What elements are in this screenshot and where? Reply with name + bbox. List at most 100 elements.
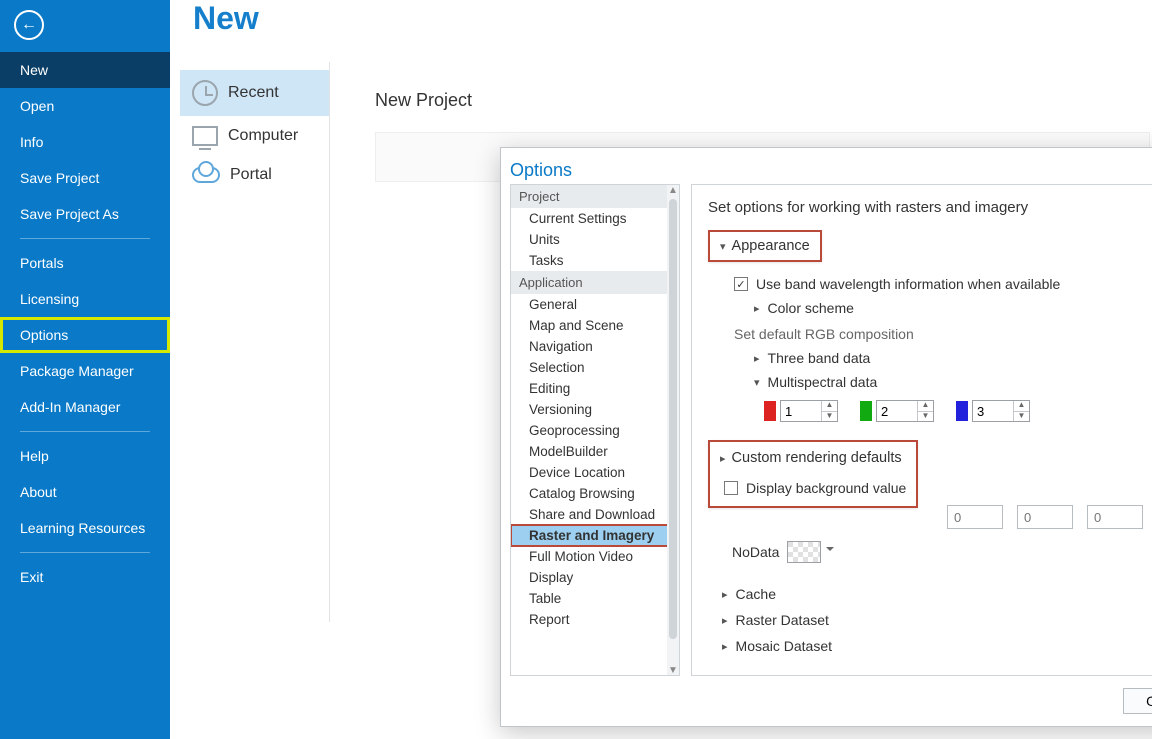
spin-down-icon[interactable]: ▼	[821, 412, 837, 422]
bg-value-1[interactable]	[947, 505, 1003, 529]
sidebar-item-licensing[interactable]: Licensing	[0, 281, 170, 317]
tree-item-modelbuilder[interactable]: ModelBuilder	[511, 441, 679, 462]
tree-item-general[interactable]: General	[511, 294, 679, 315]
computer-icon	[192, 126, 218, 146]
band-red-input[interactable]	[781, 401, 821, 421]
band-green-input[interactable]	[877, 401, 917, 421]
dialog-button-row: OK Cancel	[1123, 688, 1152, 714]
nodata-color-picker[interactable]	[787, 541, 821, 563]
color-scheme-row[interactable]: ▸ Color scheme	[754, 300, 1152, 316]
spin-down-icon[interactable]: ▼	[1013, 412, 1029, 422]
custom-rendering-section[interactable]: ▸ Custom rendering defaults	[720, 448, 902, 468]
appearance-highlight: ▾ Appearance	[708, 230, 822, 262]
three-band-row[interactable]: ▸ Three band data	[754, 350, 1152, 366]
options-tree: Project Current Settings Units Tasks App…	[510, 184, 680, 676]
sidebar-item-about[interactable]: About	[0, 474, 170, 510]
tree-scrollbar[interactable]: ▲ ▼	[667, 185, 679, 675]
sidebar-item-exit[interactable]: Exit	[0, 559, 170, 595]
tree-item-geoprocessing[interactable]: Geoprocessing	[511, 420, 679, 441]
new-project-heading: New Project	[375, 90, 472, 111]
appearance-label: Appearance	[732, 238, 810, 254]
location-computer[interactable]: Computer	[180, 116, 329, 156]
location-portal[interactable]: Portal	[180, 156, 329, 194]
use-band-row: ✓ Use band wavelength information when a…	[734, 276, 1152, 292]
chevron-right-icon: ▸	[720, 452, 726, 465]
sidebar-divider	[20, 238, 150, 239]
tree-item-current-settings[interactable]: Current Settings	[511, 208, 679, 229]
tree-item-catalog-browsing[interactable]: Catalog Browsing	[511, 483, 679, 504]
blue-swatch-icon	[956, 401, 968, 421]
options-dialog: Options Project Current Settings Units T…	[500, 147, 1152, 727]
spin-up-icon[interactable]: ▲	[1013, 401, 1029, 412]
tree-item-raster-and-imagery[interactable]: Raster and Imagery	[511, 525, 679, 546]
appearance-section[interactable]: ▾ Appearance	[712, 234, 818, 258]
mosaic-dataset-section[interactable]: ▸ Mosaic Dataset	[722, 638, 1152, 654]
sidebar-item-save-project[interactable]: Save Project	[0, 160, 170, 196]
chevron-right-icon: ▸	[722, 588, 728, 601]
tree-item-editing[interactable]: Editing	[511, 378, 679, 399]
location-label: Computer	[228, 127, 298, 145]
scroll-up-icon[interactable]: ▲	[668, 185, 678, 195]
bg-value-3[interactable]	[1087, 505, 1143, 529]
band-blue-spinner[interactable]: ▲▼	[972, 400, 1030, 422]
sidebar-item-save-project-as[interactable]: Save Project As	[0, 196, 170, 232]
location-recent[interactable]: Recent	[180, 70, 329, 116]
use-band-checkbox[interactable]: ✓	[734, 277, 748, 291]
tree-item-versioning[interactable]: Versioning	[511, 399, 679, 420]
sidebar-item-open[interactable]: Open	[0, 88, 170, 124]
tree-item-tasks[interactable]: Tasks	[511, 250, 679, 271]
ok-button[interactable]: OK	[1123, 688, 1152, 714]
chevron-right-icon: ▸	[722, 640, 728, 653]
cache-section[interactable]: ▸ Cache	[722, 586, 1152, 602]
chevron-right-icon: ▸	[754, 352, 760, 365]
location-label: Portal	[230, 166, 272, 184]
tree-item-full-motion-video[interactable]: Full Motion Video	[511, 546, 679, 567]
sidebar-item-package-manager[interactable]: Package Manager	[0, 353, 170, 389]
raster-dataset-label: Raster Dataset	[736, 612, 829, 628]
tree-group-project[interactable]: Project	[511, 185, 679, 208]
tree-item-share-and-download[interactable]: Share and Download	[511, 504, 679, 525]
band-green-spinner[interactable]: ▲▼	[876, 400, 934, 422]
tree-group-application[interactable]: Application	[511, 271, 679, 294]
sidebar-item-info[interactable]: Info	[0, 124, 170, 160]
scroll-thumb[interactable]	[669, 199, 677, 639]
back-button[interactable]: ←	[14, 10, 44, 40]
red-swatch-icon	[764, 401, 776, 421]
chevron-right-icon: ▸	[754, 302, 760, 315]
tree-item-device-location[interactable]: Device Location	[511, 462, 679, 483]
spin-up-icon[interactable]: ▲	[917, 401, 933, 412]
sidebar-item-options[interactable]: Options	[0, 317, 170, 353]
tree-item-report[interactable]: Report	[511, 609, 679, 630]
sidebar-item-add-in-manager[interactable]: Add-In Manager	[0, 389, 170, 425]
three-band-label: Three band data	[768, 350, 871, 366]
sidebar-item-learning-resources[interactable]: Learning Resources	[0, 510, 170, 546]
location-list: Recent Computer Portal	[180, 62, 330, 622]
nodata-label: NoData	[732, 544, 779, 560]
tree-item-units[interactable]: Units	[511, 229, 679, 250]
mosaic-dataset-label: Mosaic Dataset	[736, 638, 832, 654]
bg-value-2[interactable]	[1017, 505, 1073, 529]
tree-item-selection[interactable]: Selection	[511, 357, 679, 378]
spin-up-icon[interactable]: ▲	[821, 401, 837, 412]
cache-label: Cache	[736, 586, 776, 602]
multispectral-row[interactable]: ▾ Multispectral data	[754, 374, 1152, 390]
tree-item-display[interactable]: Display	[511, 567, 679, 588]
sidebar-item-help[interactable]: Help	[0, 438, 170, 474]
sidebar-divider	[20, 552, 150, 553]
scroll-down-icon[interactable]: ▼	[668, 665, 678, 675]
sidebar-item-portals[interactable]: Portals	[0, 245, 170, 281]
sidebar-divider	[20, 431, 150, 432]
sidebar-item-new[interactable]: New	[0, 52, 170, 88]
cloud-icon	[192, 167, 220, 183]
page-title: New	[193, 0, 259, 37]
band-blue-input[interactable]	[973, 401, 1013, 421]
band-selectors: ▲▼ ▲▼ ▲▼	[764, 400, 1152, 422]
tree-item-table[interactable]: Table	[511, 588, 679, 609]
tree-item-navigation[interactable]: Navigation	[511, 336, 679, 357]
display-bg-checkbox[interactable]	[724, 481, 738, 495]
band-red-spinner[interactable]: ▲▼	[780, 400, 838, 422]
raster-dataset-section[interactable]: ▸ Raster Dataset	[722, 612, 1152, 628]
spin-down-icon[interactable]: ▼	[917, 412, 933, 422]
tree-item-map-and-scene[interactable]: Map and Scene	[511, 315, 679, 336]
color-scheme-label: Color scheme	[768, 300, 854, 316]
